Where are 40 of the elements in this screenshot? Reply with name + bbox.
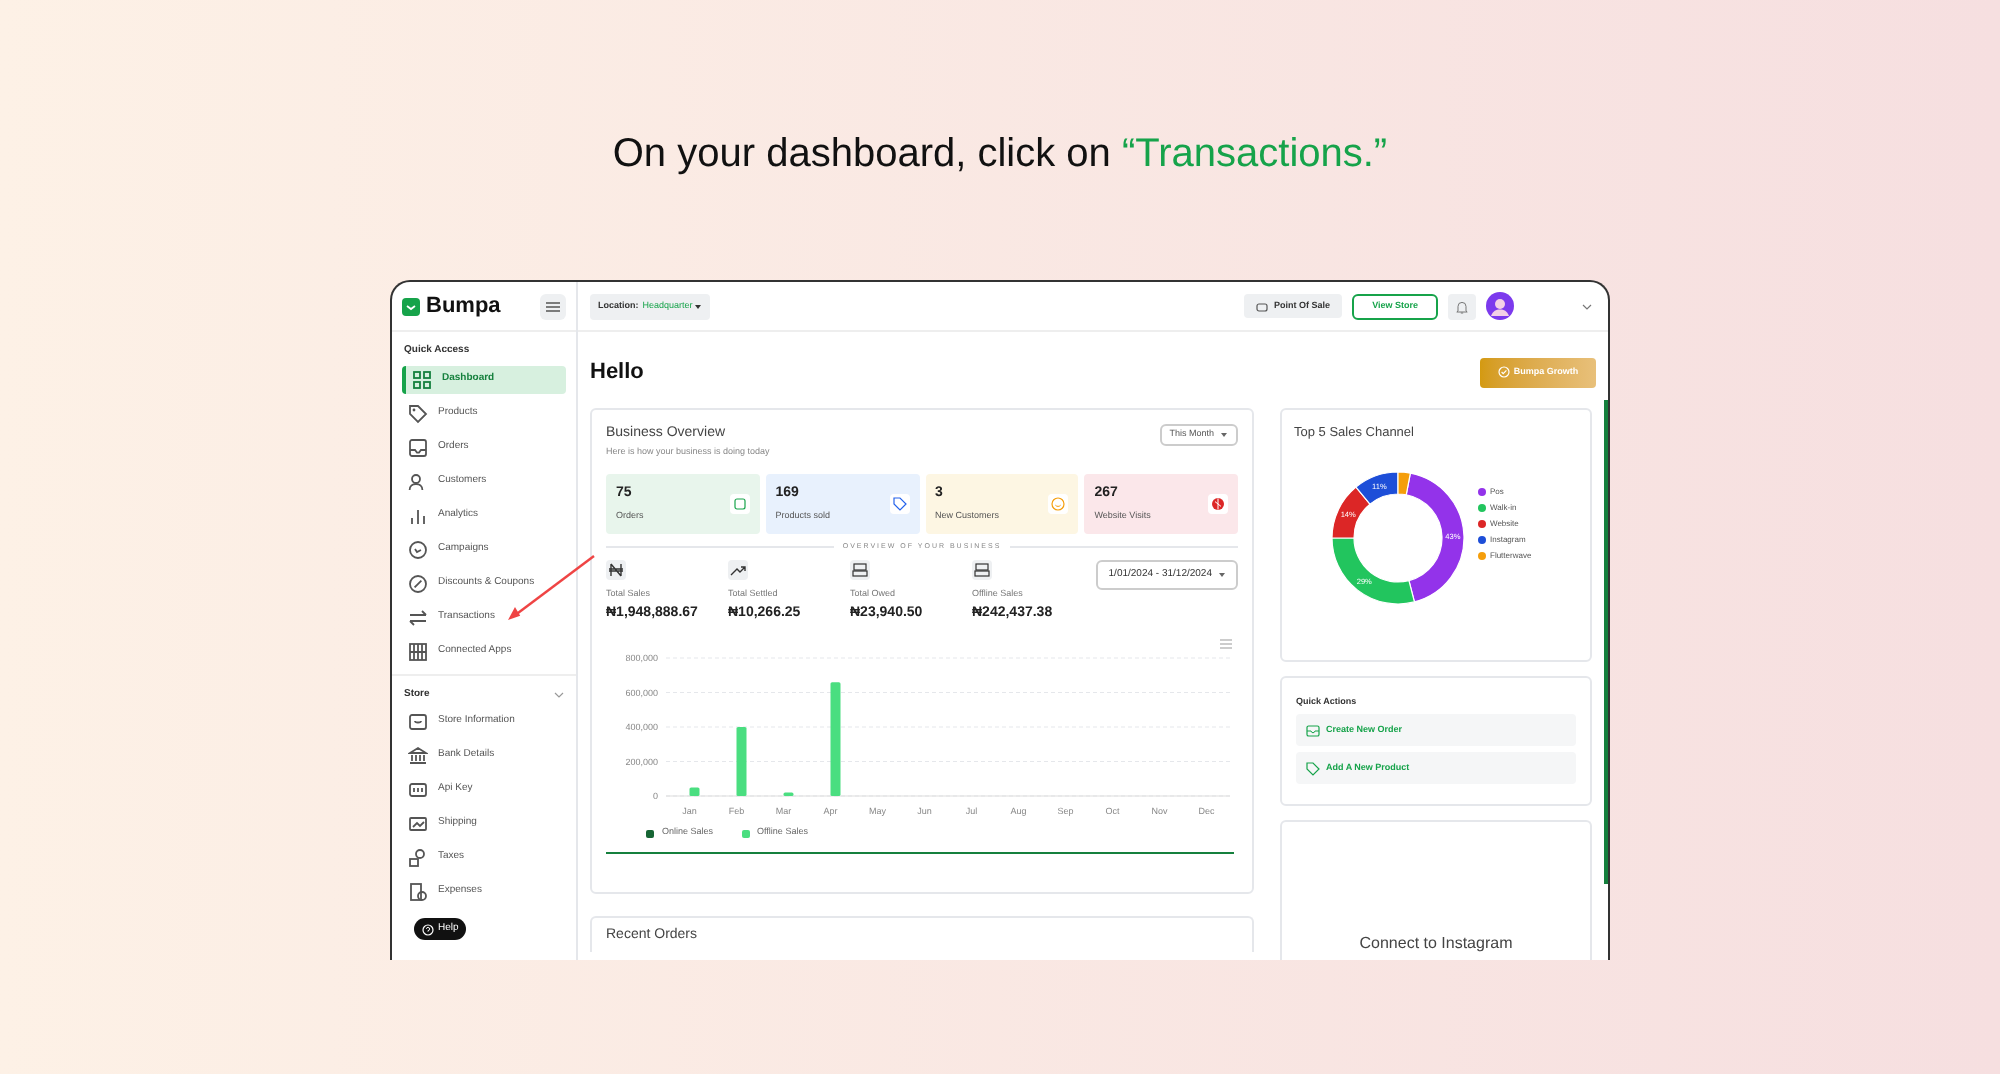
notifications-button[interactable] xyxy=(1448,293,1476,319)
chevron-icon xyxy=(1582,303,1592,309)
cash-icon xyxy=(850,560,870,580)
caret-icon xyxy=(1220,431,1228,437)
tag-icon xyxy=(1306,761,1320,776)
check-circle-icon xyxy=(1497,366,1510,379)
brand-name: Bumpa xyxy=(426,295,501,317)
bell-icon xyxy=(1456,299,1468,313)
swap-arrows-icon xyxy=(408,607,428,627)
instruction-heading: On your dashboard, click on “Transactions.” xyxy=(612,130,1388,180)
card-title: Connect to Instagram xyxy=(1359,931,1513,955)
tag-icon xyxy=(408,403,428,423)
bar xyxy=(736,727,747,797)
cash-icon xyxy=(972,560,992,580)
bar xyxy=(689,787,700,797)
naira-icon xyxy=(606,560,626,580)
greeting: Hello xyxy=(590,358,644,388)
bank-icon xyxy=(408,746,428,766)
caret-icon xyxy=(694,303,703,309)
bar xyxy=(830,682,841,797)
apps-icon xyxy=(408,641,428,661)
caret-icon xyxy=(1218,572,1226,578)
inbox-icon xyxy=(1306,723,1320,738)
percent-icon xyxy=(408,573,428,593)
globe-icon xyxy=(1210,495,1226,512)
inbox-icon xyxy=(408,437,428,457)
avatar-icon[interactable] xyxy=(1486,292,1514,320)
menu-button[interactable] xyxy=(540,293,566,319)
inbox-icon xyxy=(731,495,748,512)
truck-icon xyxy=(408,814,428,834)
trend-up-icon xyxy=(728,560,748,580)
tag-icon xyxy=(891,495,907,512)
bar-chart-icon xyxy=(408,505,428,525)
users-icon xyxy=(408,471,428,491)
menu-icon xyxy=(546,301,560,311)
logo-icon xyxy=(402,297,420,315)
grid-icon xyxy=(412,369,432,389)
help-icon xyxy=(422,923,434,935)
smiley-icon xyxy=(1050,495,1067,512)
store-icon xyxy=(408,712,428,732)
